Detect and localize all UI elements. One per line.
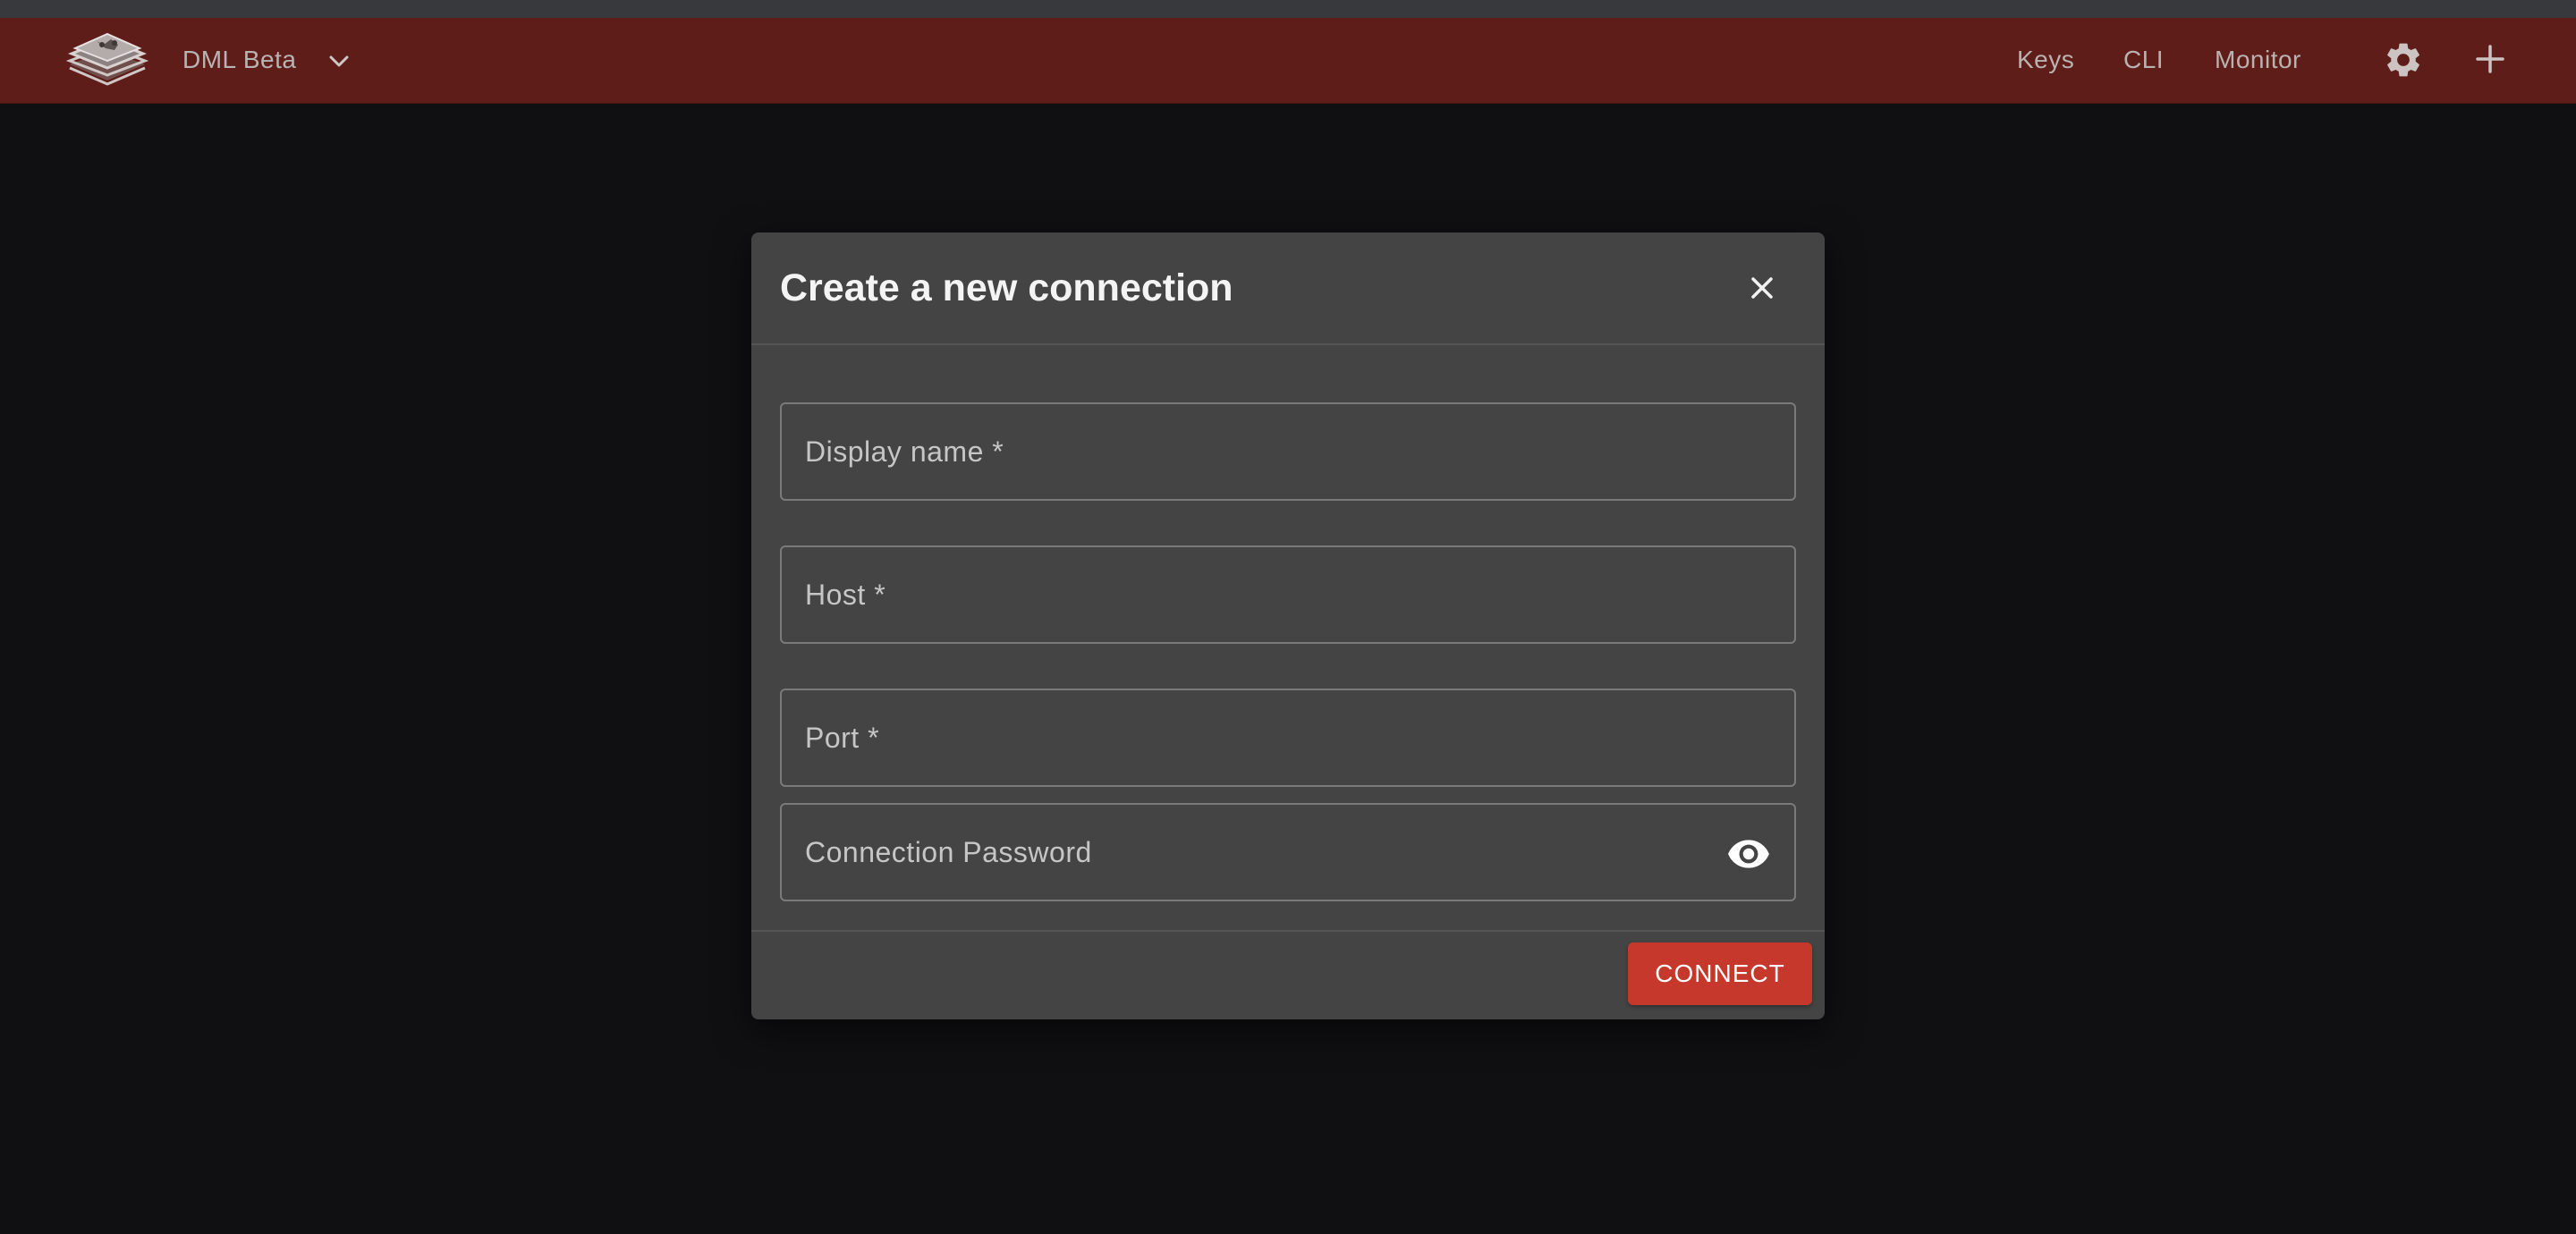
connection-password-field[interactable] [782,805,1794,900]
plus-icon[interactable] [2472,41,2508,77]
top-navigation-bar: DML Beta Keys CLI Monitor [0,18,2576,104]
app-name[interactable]: DML Beta [182,45,296,75]
layers-logo-icon [63,25,152,97]
dialog-header: Create a new connection [751,232,1825,345]
nav-item-monitor[interactable]: Monitor [2215,45,2301,75]
new-connection-dialog: Create a new connection CONNECT [751,232,1825,1019]
window-frame [0,0,2576,18]
display-name-field-container [780,402,1796,501]
close-icon[interactable] [1744,270,1780,306]
gear-icon[interactable] [2383,39,2424,80]
dialog-title: Create a new connection [780,266,1233,309]
host-field-container [780,545,1796,644]
port-field[interactable] [782,690,1794,785]
display-name-field[interactable] [782,404,1794,499]
password-field-container [780,803,1796,901]
nav-item-keys[interactable]: Keys [2017,45,2074,75]
host-field[interactable] [782,547,1794,642]
chevron-down-icon[interactable] [324,46,354,77]
connect-button[interactable]: CONNECT [1628,942,1812,1005]
eye-icon[interactable] [1726,832,1771,876]
port-field-container [780,689,1796,787]
nav-item-cli[interactable]: CLI [2123,45,2164,75]
dialog-footer: CONNECT [751,930,1825,1021]
